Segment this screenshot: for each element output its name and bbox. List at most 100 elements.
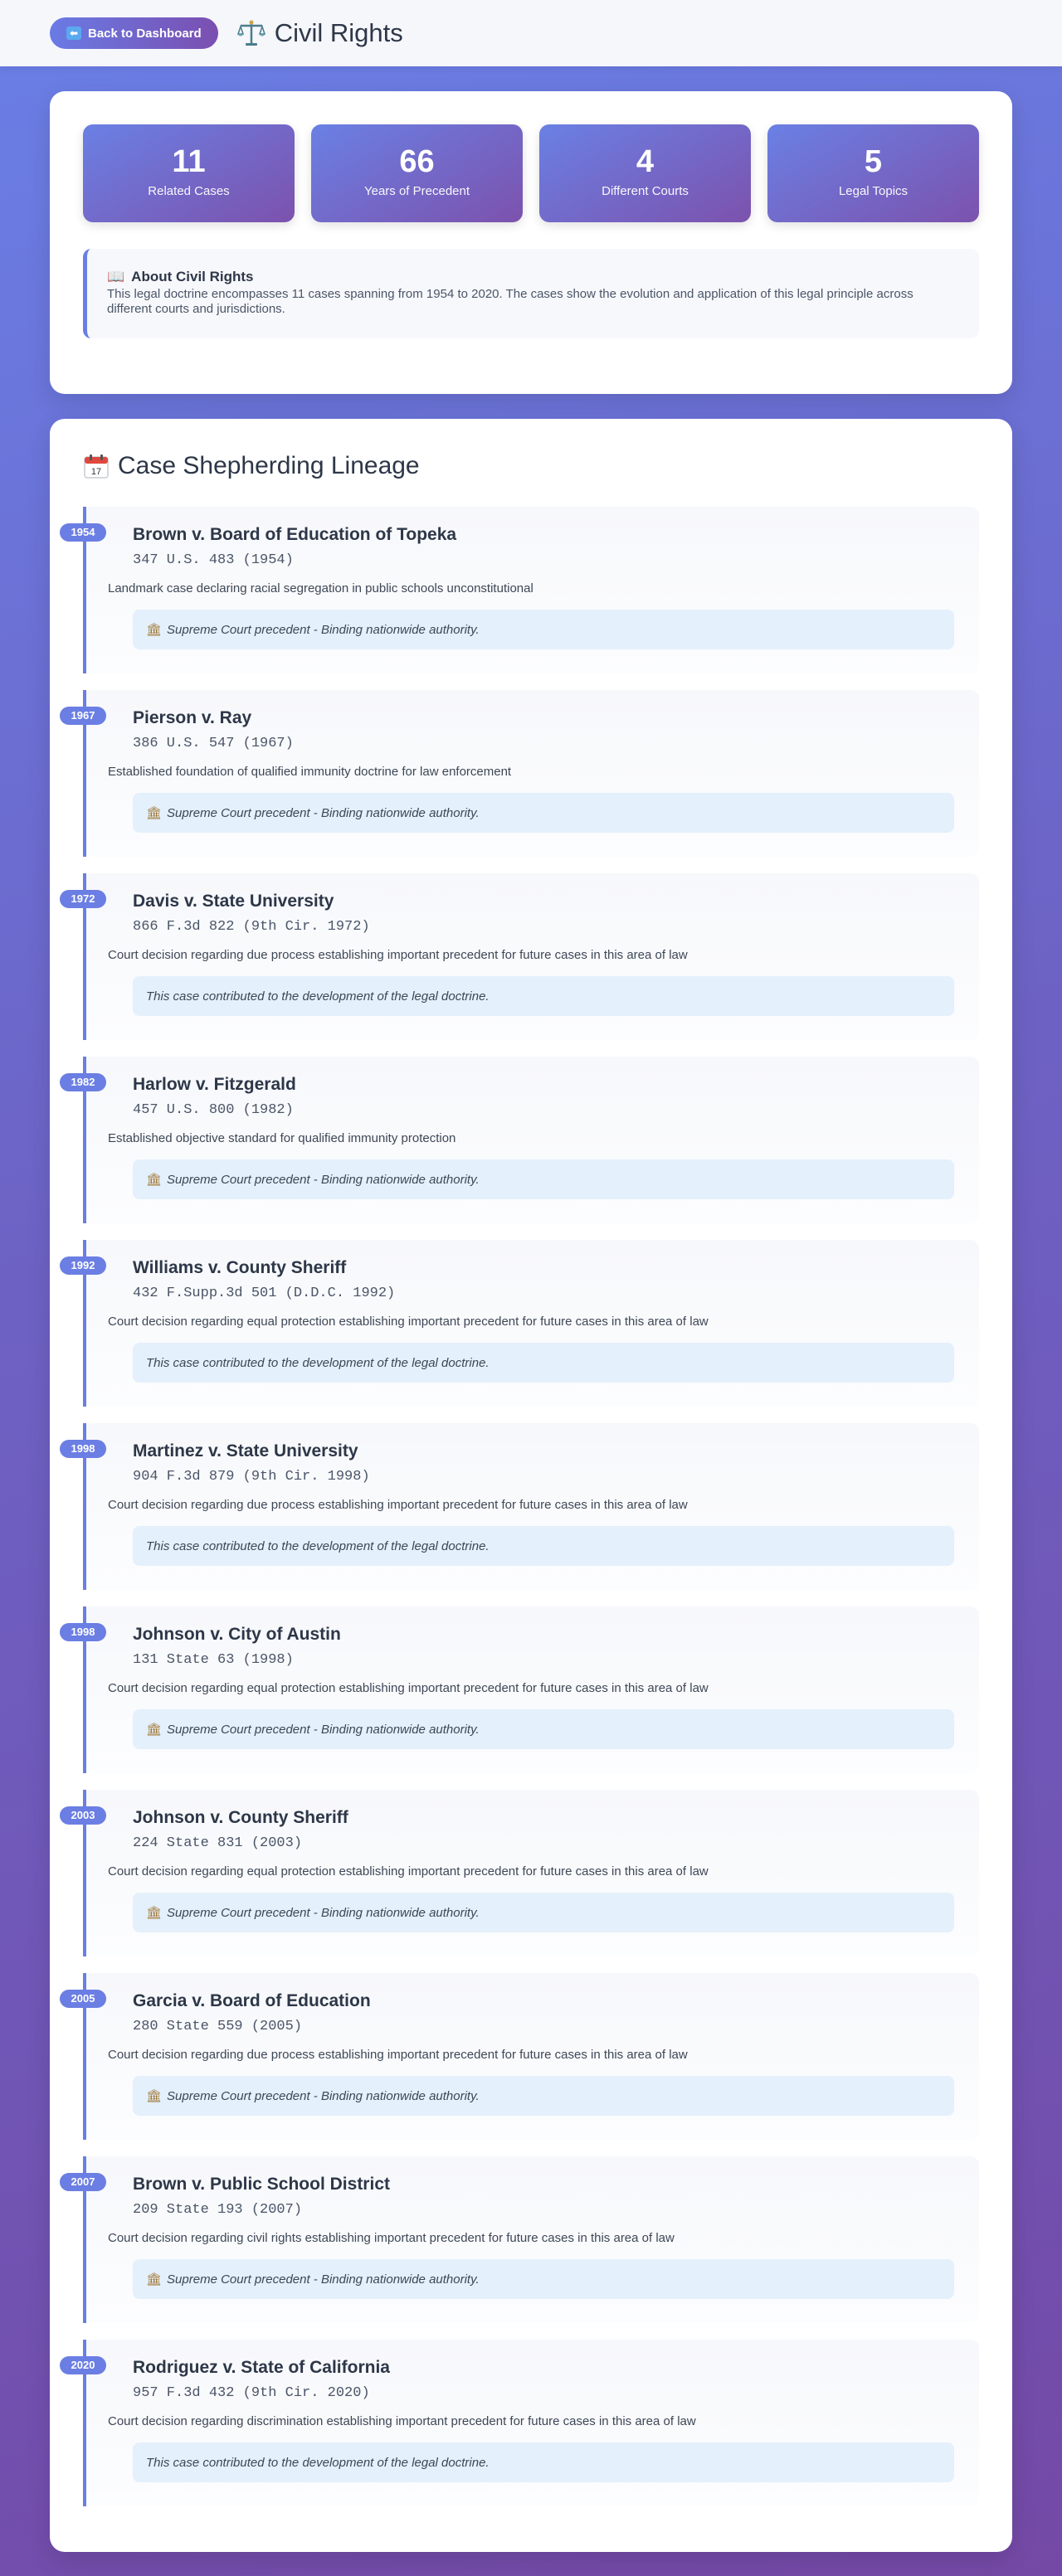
year-badge: 2020 [60, 2356, 106, 2374]
year-badge: 2007 [60, 2173, 106, 2191]
year-badge: 1998 [60, 1440, 106, 1458]
case-note: 🏛 Supreme Court precedent - Binding natio… [133, 610, 954, 649]
calendar-icon: 17 [84, 454, 109, 479]
year-badge: 1992 [60, 1256, 106, 1275]
case-entry[interactable]: 2007 Brown v. Public School District 209 S… [60, 2156, 979, 2323]
about-title: About Civil Rights [131, 269, 254, 284]
year-badge: 1972 [60, 890, 106, 908]
case-note: This case contributed to the development… [133, 1526, 954, 1566]
case-entry[interactable]: 1992 Williams v. County Sheriff 432 F.Supp… [60, 1240, 979, 1407]
case-note: 🏛 Supreme Court precedent - Binding natio… [133, 1709, 954, 1749]
stat-different-courts: 4 Different Courts [539, 124, 751, 222]
case-citation: 866 F.3d 822 (9th Cir. 1972) [133, 919, 370, 935]
courthouse-icon: 🏛 [146, 2272, 163, 2287]
courthouse-icon: 🏛 [146, 623, 163, 637]
lineage-title: Case Shepherding Lineage [118, 452, 420, 479]
stat-related-cases: 11 Related Cases [83, 124, 295, 222]
case-note-text: Supreme Court precedent - Binding nation… [167, 2088, 480, 2103]
case-entry[interactable]: 2005 Garcia v. Board of Education 280 Stat… [60, 1973, 979, 2140]
case-citation: 957 F.3d 432 (9th Cir. 2020) [133, 2385, 370, 2401]
case-note: This case contributed to the development… [133, 1343, 954, 1383]
stat-legal-topics: 5 Legal Topics [767, 124, 979, 222]
case-description: Court decision regarding due process est… [108, 2048, 688, 2062]
courthouse-icon: 🏛 [146, 1906, 163, 1920]
case-note-text: Supreme Court precedent - Binding nation… [167, 622, 480, 637]
about-title-row: 📖 About Civil Rights [107, 269, 956, 285]
case-description: Court decision regarding discrimination … [108, 2414, 696, 2428]
case-name: Williams v. County Sheriff [133, 1258, 347, 1277]
case-name: Pierson v. Ray [133, 708, 252, 727]
case-citation: 904 F.3d 879 (9th Cir. 1998) [133, 1469, 370, 1485]
case-note: 🏛 Supreme Court precedent - Binding natio… [133, 793, 954, 833]
case-citation: 347 U.S. 483 (1954) [133, 552, 294, 568]
case-entry[interactable]: 2020 Rodriguez v. State of California 957 … [60, 2340, 979, 2506]
about-panel: 📖 About Civil Rights This legal doctrine… [83, 249, 979, 338]
case-name: Brown v. Board of Education of Topeka [133, 525, 457, 544]
case-note-text: Supreme Court precedent - Binding nation… [167, 805, 480, 820]
case-note-text: This case contributed to the development… [146, 989, 490, 1004]
case-entry[interactable]: 1998 Johnson v. City of Austin 131 State 6… [60, 1606, 979, 1773]
case-note-text: This case contributed to the development… [146, 2455, 490, 2470]
case-note: 🏛 Supreme Court precedent - Binding natio… [133, 2259, 954, 2299]
case-entry[interactable]: 1972 Davis v. State University 866 F.3d 82… [60, 873, 979, 1040]
case-note: 🏛 Supreme Court precedent - Binding natio… [133, 2076, 954, 2116]
case-note: This case contributed to the development… [133, 2442, 954, 2482]
svg-text:17: 17 [91, 467, 101, 477]
book-icon: 📖 [107, 269, 125, 284]
case-description: Court decision regarding due process est… [108, 1498, 688, 1512]
case-note: This case contributed to the development… [133, 976, 954, 1016]
page-title: Civil Rights [274, 18, 403, 47]
case-entry[interactable]: 1967 Pierson v. Ray 386 U.S. 547 (1967) Est… [60, 690, 979, 857]
case-note-text: Supreme Court precedent - Binding nation… [167, 1172, 480, 1187]
back-arrow-icon: ⬅ [66, 27, 81, 40]
back-button-label: Back to Dashboard [88, 26, 202, 41]
case-citation: 457 U.S. 800 (1982) [133, 1102, 294, 1118]
back-to-dashboard-button[interactable]: ⬅ Back to Dashboard [50, 17, 218, 49]
case-name: Martinez v. State University [133, 1441, 358, 1461]
case-note-text: Supreme Court precedent - Binding nation… [167, 1722, 480, 1737]
case-entry[interactable]: 1982 Harlow v. Fitzgerald 457 U.S. 800 (19… [60, 1057, 979, 1223]
case-entry[interactable]: 1954 Brown v. Board of Education of Topek… [60, 507, 979, 673]
scales-icon [236, 20, 266, 46]
case-note-text: Supreme Court precedent - Binding nation… [167, 1905, 480, 1920]
case-description: Court decision regarding due process est… [108, 948, 688, 962]
stat-value: 66 [399, 144, 435, 179]
case-citation: 386 U.S. 547 (1967) [133, 736, 294, 751]
case-description: Established objective standard for quali… [108, 1131, 456, 1145]
lineage-card: 17 Case Shepherding Lineage 1954 Brown v.… [50, 419, 1012, 2552]
case-note-text: Supreme Court precedent - Binding nation… [167, 2272, 480, 2287]
stats-row: 11 Related Cases 66 Years of Precedent 4… [83, 124, 979, 222]
courthouse-icon: 🏛 [146, 1173, 163, 1187]
case-description: Established foundation of qualified immu… [108, 765, 512, 779]
year-badge: 2003 [60, 1806, 106, 1825]
case-description: Court decision regarding civil rights es… [108, 2231, 675, 2245]
year-badge: 2005 [60, 1990, 106, 2008]
case-entry[interactable]: 2003 Johnson v. County Sheriff 224 State 8… [60, 1790, 979, 1956]
year-badge: 1982 [60, 1073, 106, 1091]
top-bar: ⬅ Back to Dashboard Civil Rights [0, 0, 1062, 66]
stat-years-of-precedent: 66 Years of Precedent [311, 124, 523, 222]
courthouse-icon: 🏛 [146, 806, 163, 820]
case-name: Davis v. State University [133, 892, 334, 911]
case-name: Garcia v. Board of Education [133, 1991, 371, 2010]
stat-value: 5 [864, 144, 883, 179]
courthouse-icon: 🏛 [146, 2089, 163, 2103]
case-description: Court decision regarding equal protectio… [108, 1864, 709, 1879]
case-description: Landmark case declaring racial segregati… [108, 581, 533, 595]
overview-card: 11 Related Cases 66 Years of Precedent 4… [50, 91, 1012, 394]
case-name: Harlow v. Fitzgerald [133, 1075, 296, 1094]
case-name: Brown v. Public School District [133, 2175, 390, 2194]
stat-label: Related Cases [148, 184, 230, 198]
about-text: This legal doctrine encompasses 11 cases… [107, 287, 913, 316]
case-citation: 209 State 193 (2007) [133, 2202, 303, 2218]
case-entry[interactable]: 1998 Martinez v. State University 904 F.3d… [60, 1423, 979, 1590]
stat-label: Different Courts [602, 184, 689, 198]
stat-value: 11 [172, 144, 206, 179]
stat-label: Years of Precedent [363, 184, 470, 198]
case-note-text: This case contributed to the development… [146, 1538, 490, 1553]
stat-label: Legal Topics [838, 184, 909, 198]
case-description: Court decision regarding equal protectio… [108, 1315, 709, 1329]
year-badge: 1967 [60, 707, 106, 725]
courthouse-icon: 🏛 [146, 1723, 163, 1737]
case-name: Johnson v. City of Austin [133, 1625, 341, 1644]
